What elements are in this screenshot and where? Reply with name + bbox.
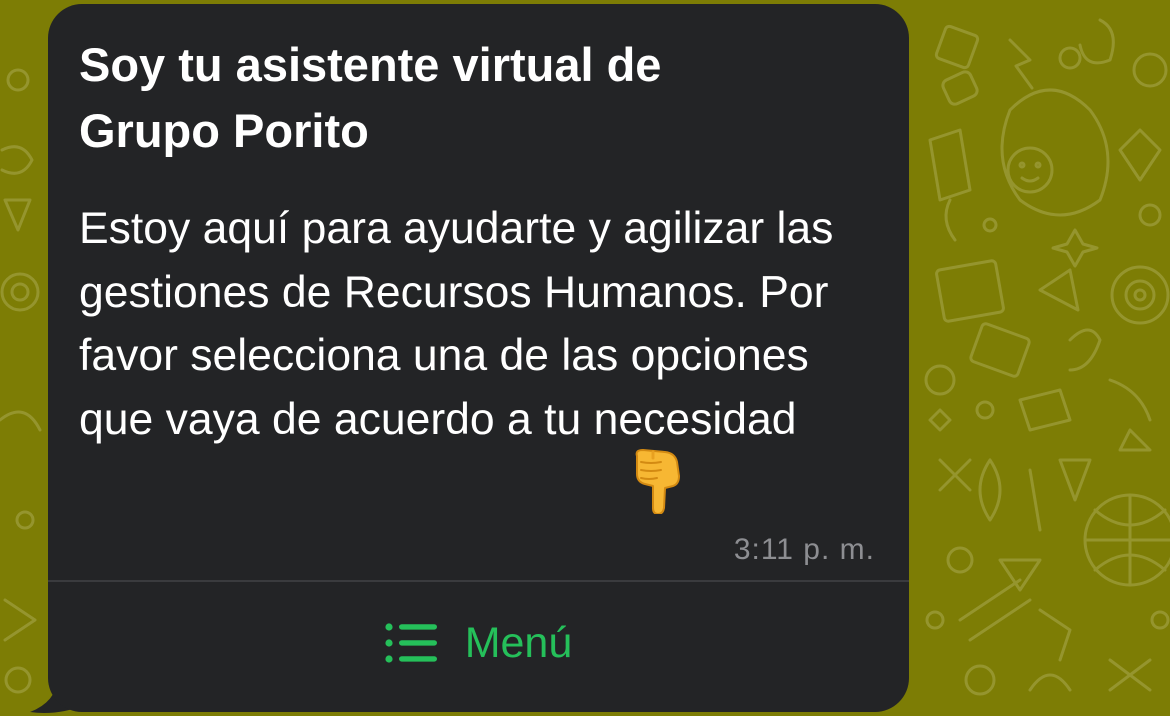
menu-button-label: Menú [464, 618, 573, 667]
menu-button[interactable]: Menú [48, 582, 909, 712]
message-timestamp: 3:11 p. m. [733, 533, 875, 566]
backhand-index-pointing-down-icon [631, 448, 683, 515]
list-icon [385, 623, 437, 663]
message-title: Soy tu asistente virtual de Grupo Porito [79, 38, 662, 157]
message-body: Estoy aquí para ayudarte y agilizar las … [79, 204, 834, 444]
message-bubble[interactable]: Soy tu asistente virtual de Grupo Porito… [48, 4, 909, 712]
